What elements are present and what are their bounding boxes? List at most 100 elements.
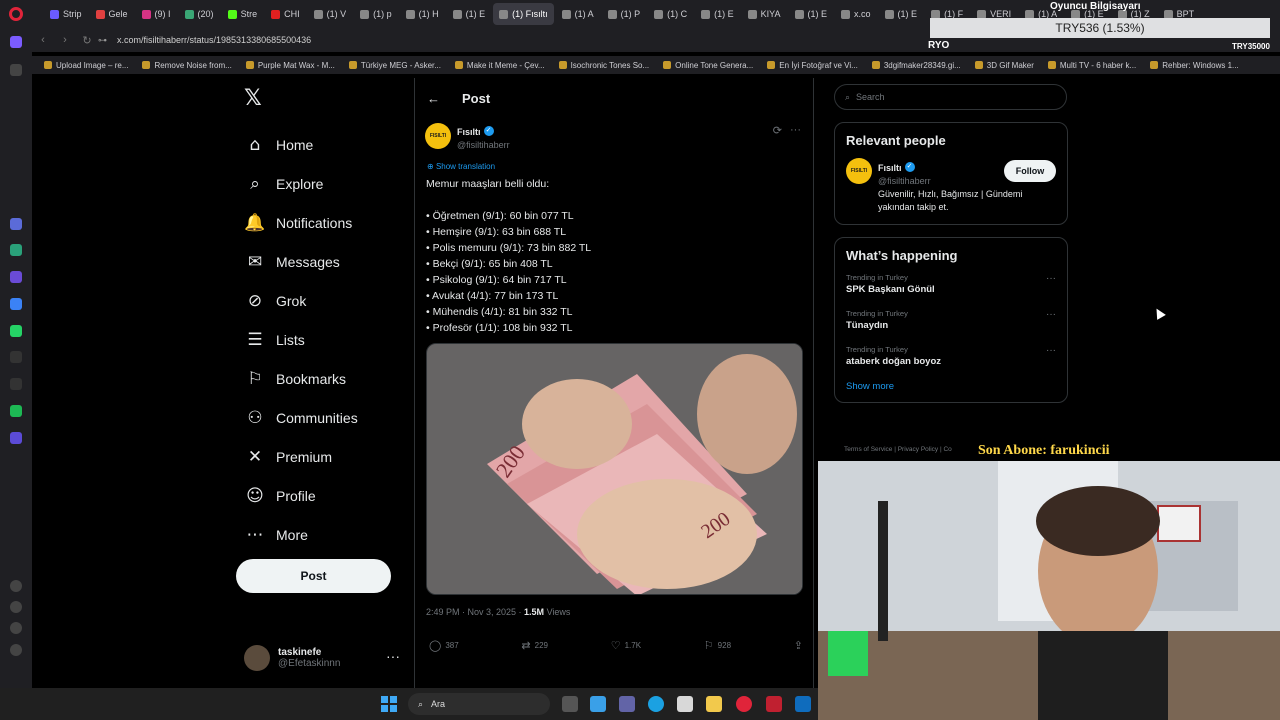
trend-item[interactable]: Trending in Turkey ataberk doğan boyoz ··· <box>846 345 1056 367</box>
browser-tab[interactable]: (1) E <box>879 3 924 25</box>
settings-icon[interactable] <box>10 622 22 634</box>
more-dots-icon[interactable]: ··· <box>1046 345 1056 356</box>
browser-tab[interactable]: (9) I <box>136 3 177 25</box>
trend-item[interactable]: Trending in Turkey Tünaydın ··· <box>846 309 1056 331</box>
post-timestamp[interactable]: 2:49 PM · Nov 3, 2025 · <box>426 607 524 617</box>
copilot-icon[interactable] <box>590 696 606 712</box>
reply-button[interactable]: ◯ 387 <box>429 639 459 652</box>
browser-tab[interactable]: (1) A <box>556 3 600 25</box>
repost-button[interactable]: ⇄ 229 <box>521 639 548 652</box>
messenger-icon[interactable] <box>10 298 22 310</box>
nav-item-home[interactable]: ⌂ Home <box>236 125 406 164</box>
browser-tab[interactable]: (1) Fısıltı <box>493 3 554 25</box>
history-icon[interactable] <box>10 601 22 613</box>
footer-links[interactable]: Terms of Service | Privacy Policy | Co <box>844 446 952 453</box>
bookmark-item[interactable]: En İyi Fotoğraf ve Vi... <box>767 61 858 70</box>
back-arrow-icon[interactable]: ← <box>427 91 440 106</box>
browser-tab[interactable]: (1) C <box>648 3 693 25</box>
spotify-icon[interactable] <box>10 405 22 417</box>
nav-item-more[interactable]: ⋯ More <box>236 515 406 554</box>
bookmark-item[interactable]: Purple Mat Wax - M... <box>245 61 335 70</box>
x-icon[interactable] <box>10 378 22 390</box>
bookmark-item[interactable]: Online Tone Genera... <box>663 61 753 70</box>
more-dots-icon[interactable]: ··· <box>1046 309 1056 320</box>
search-input[interactable]: ⌕ Search <box>834 84 1067 110</box>
like-button[interactable]: ♡ 1.7K <box>611 639 641 652</box>
browser-tab[interactable]: (1) E <box>789 3 834 25</box>
home-icon[interactable] <box>10 36 22 48</box>
x-logo-icon[interactable]: 𝕏 <box>244 86 406 111</box>
author-handle[interactable]: @fisiltihaberr <box>457 140 510 150</box>
bookmark-item[interactable]: 3D Gif Maker <box>974 61 1034 70</box>
person-avatar[interactable]: FISILTI <box>846 158 872 184</box>
browser-tab[interactable]: KIYA <box>742 3 787 25</box>
person-name[interactable]: Fısıltı <box>878 163 902 173</box>
star-icon[interactable] <box>10 64 22 76</box>
opera-icon[interactable] <box>736 696 752 712</box>
outlook-icon[interactable] <box>795 696 811 712</box>
store-icon[interactable] <box>677 696 693 712</box>
browser-tab[interactable]: Stre <box>222 3 264 25</box>
edge-icon[interactable] <box>648 696 664 712</box>
more-dots-icon[interactable]: ··· <box>790 124 801 137</box>
bookmark-item[interactable]: Rehber: Windows 1... <box>1150 61 1239 70</box>
forward-nav-icon[interactable]: › <box>54 34 76 46</box>
tiktok-icon[interactable] <box>10 351 22 363</box>
winrar-icon[interactable] <box>766 696 782 712</box>
browser-tab[interactable]: (1) H <box>400 3 445 25</box>
url-field[interactable]: x.com/fisiltihaberr/status/1985313380685… <box>117 35 311 45</box>
browser-tab[interactable]: (1) V <box>308 3 353 25</box>
browser-tab[interactable]: Gele <box>90 3 134 25</box>
follow-button[interactable]: Follow <box>1004 160 1056 182</box>
reload-icon[interactable]: ↻ <box>76 34 98 47</box>
teams-icon[interactable] <box>619 696 635 712</box>
bookmark-item[interactable]: Upload Image – re... <box>44 61 128 70</box>
nav-item-bookmarks[interactable]: ⚐ Bookmarks <box>236 359 406 398</box>
show-more-link[interactable]: Show more <box>846 381 1056 392</box>
app-icon[interactable] <box>10 271 22 283</box>
taskbar-search[interactable]: ⌕ Ara <box>408 693 550 715</box>
post-image[interactable]: 200 200 <box>426 343 803 595</box>
nav-item-lists[interactable]: ☰ Lists <box>236 320 406 359</box>
opera-logo-icon[interactable] <box>9 7 23 21</box>
explorer-icon[interactable] <box>706 696 722 712</box>
back-nav-icon[interactable]: ‹ <box>32 34 54 46</box>
relevant-person[interactable]: FISILTI Fısıltı ✓ @fisiltihaberr Güvenili… <box>846 158 1056 214</box>
bookmark-item[interactable]: Multi TV - 6 haber k... <box>1047 61 1136 70</box>
trend-item[interactable]: Trending in Turkey SPK Başkanı Gönül ··· <box>846 273 1056 295</box>
bookmark-item[interactable]: 3dgifmaker28349.gi... <box>871 61 961 70</box>
player-icon[interactable] <box>10 432 22 444</box>
app-icon[interactable] <box>10 218 22 230</box>
bookmark-item[interactable]: Make it Meme - Çev... <box>454 61 545 70</box>
heart-icon[interactable] <box>10 580 22 592</box>
bookmark-item[interactable]: Isochronic Tones So... <box>558 61 649 70</box>
bookmark-button[interactable]: ⚐ 928 <box>704 639 731 652</box>
nav-item-profile[interactable]: ☺ Profile <box>236 476 406 515</box>
windows-start-icon[interactable] <box>381 696 397 712</box>
share-button[interactable]: ⇪ <box>794 639 803 652</box>
compose-post-button[interactable]: Post <box>236 559 391 593</box>
more-dots-icon[interactable]: ··· <box>386 648 400 664</box>
account-switcher[interactable]: taskinefe @Efetaskinnn ··· <box>244 640 404 676</box>
browser-tab[interactable]: Strip <box>44 3 88 25</box>
browser-tab[interactable]: (1) P <box>602 3 647 25</box>
nav-item-premium[interactable]: ✕ Premium <box>236 437 406 476</box>
browser-tab[interactable]: x.co <box>835 3 877 25</box>
browser-tab[interactable]: (20) <box>179 3 220 25</box>
nav-item-communities[interactable]: ⚇ Communities <box>236 398 406 437</box>
author-avatar[interactable]: FISILTI <box>425 123 451 149</box>
post-author[interactable]: FISILTI Fısıltı ✓ @fisiltihaberr <box>425 122 510 150</box>
nav-item-messages[interactable]: ✉ Messages <box>236 242 406 281</box>
browser-tab[interactable]: (1) E <box>695 3 740 25</box>
nav-item-notifications[interactable]: 🔔 Notifications <box>236 203 406 242</box>
grok-explain-icon[interactable]: ⟳ <box>773 124 782 137</box>
bookmark-item[interactable]: Türkiye MEG - Asker... <box>348 61 441 70</box>
site-info-icon[interactable]: ⊶ <box>98 35 107 46</box>
bookmark-item[interactable]: Remove Noise from... <box>142 61 232 70</box>
nav-item-grok[interactable]: ⊘ Grok <box>236 281 406 320</box>
nav-item-explore[interactable]: ⌕ Explore <box>236 164 406 203</box>
bulb-icon[interactable] <box>10 644 22 656</box>
show-translation-link[interactable]: ⊕ Show translation <box>427 162 495 171</box>
browser-tab[interactable]: (1) E <box>447 3 492 25</box>
browser-tab[interactable]: CHI <box>265 3 306 25</box>
